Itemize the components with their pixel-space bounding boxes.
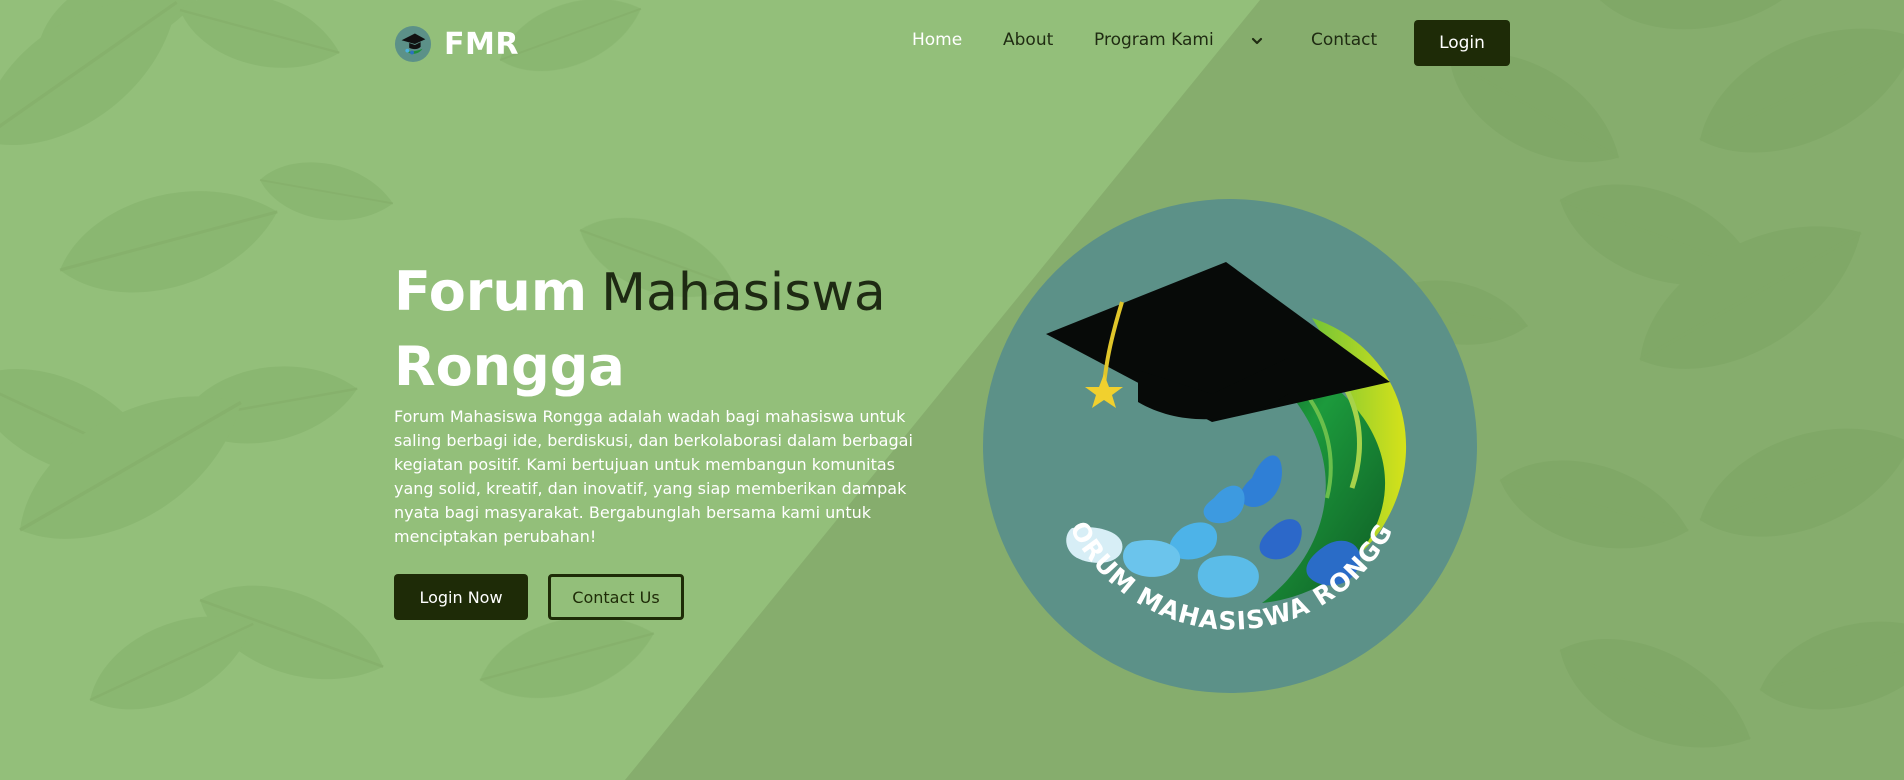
nav-link-contact[interactable]: Contact	[1311, 30, 1377, 50]
nav-link-home[interactable]: Home	[912, 30, 962, 50]
brand-name: FMR	[444, 26, 519, 62]
contact-us-button[interactable]: Contact Us	[548, 574, 684, 620]
navbar: FMR Home About Program Kami Contact Logi…	[394, 20, 1510, 66]
nav-link-program-kami[interactable]: Program Kami	[1094, 30, 1214, 50]
hero-title-forum: Forum	[394, 260, 588, 323]
hero-description: Forum Mahasiswa Rongga adalah wadah bagi…	[394, 407, 913, 546]
login-now-button[interactable]: Login Now	[394, 574, 528, 620]
hero-title: Forum Mahasiswa Rongga	[394, 258, 886, 401]
fmr-hero-logo: FORUM MAHASISWA RONGGA	[982, 198, 1477, 693]
fmr-logo-icon	[394, 25, 432, 63]
login-button[interactable]: Login	[1414, 20, 1510, 66]
nav-link-about[interactable]: About	[1003, 30, 1053, 50]
brand-link[interactable]: FMR	[394, 24, 519, 64]
hero-title-mahasiswa: Mahasiswa	[601, 263, 886, 323]
chevron-down-icon[interactable]	[1248, 32, 1266, 50]
hero-title-rongga: Rongga	[394, 335, 625, 398]
background-leaf-pattern	[0, 0, 1904, 780]
